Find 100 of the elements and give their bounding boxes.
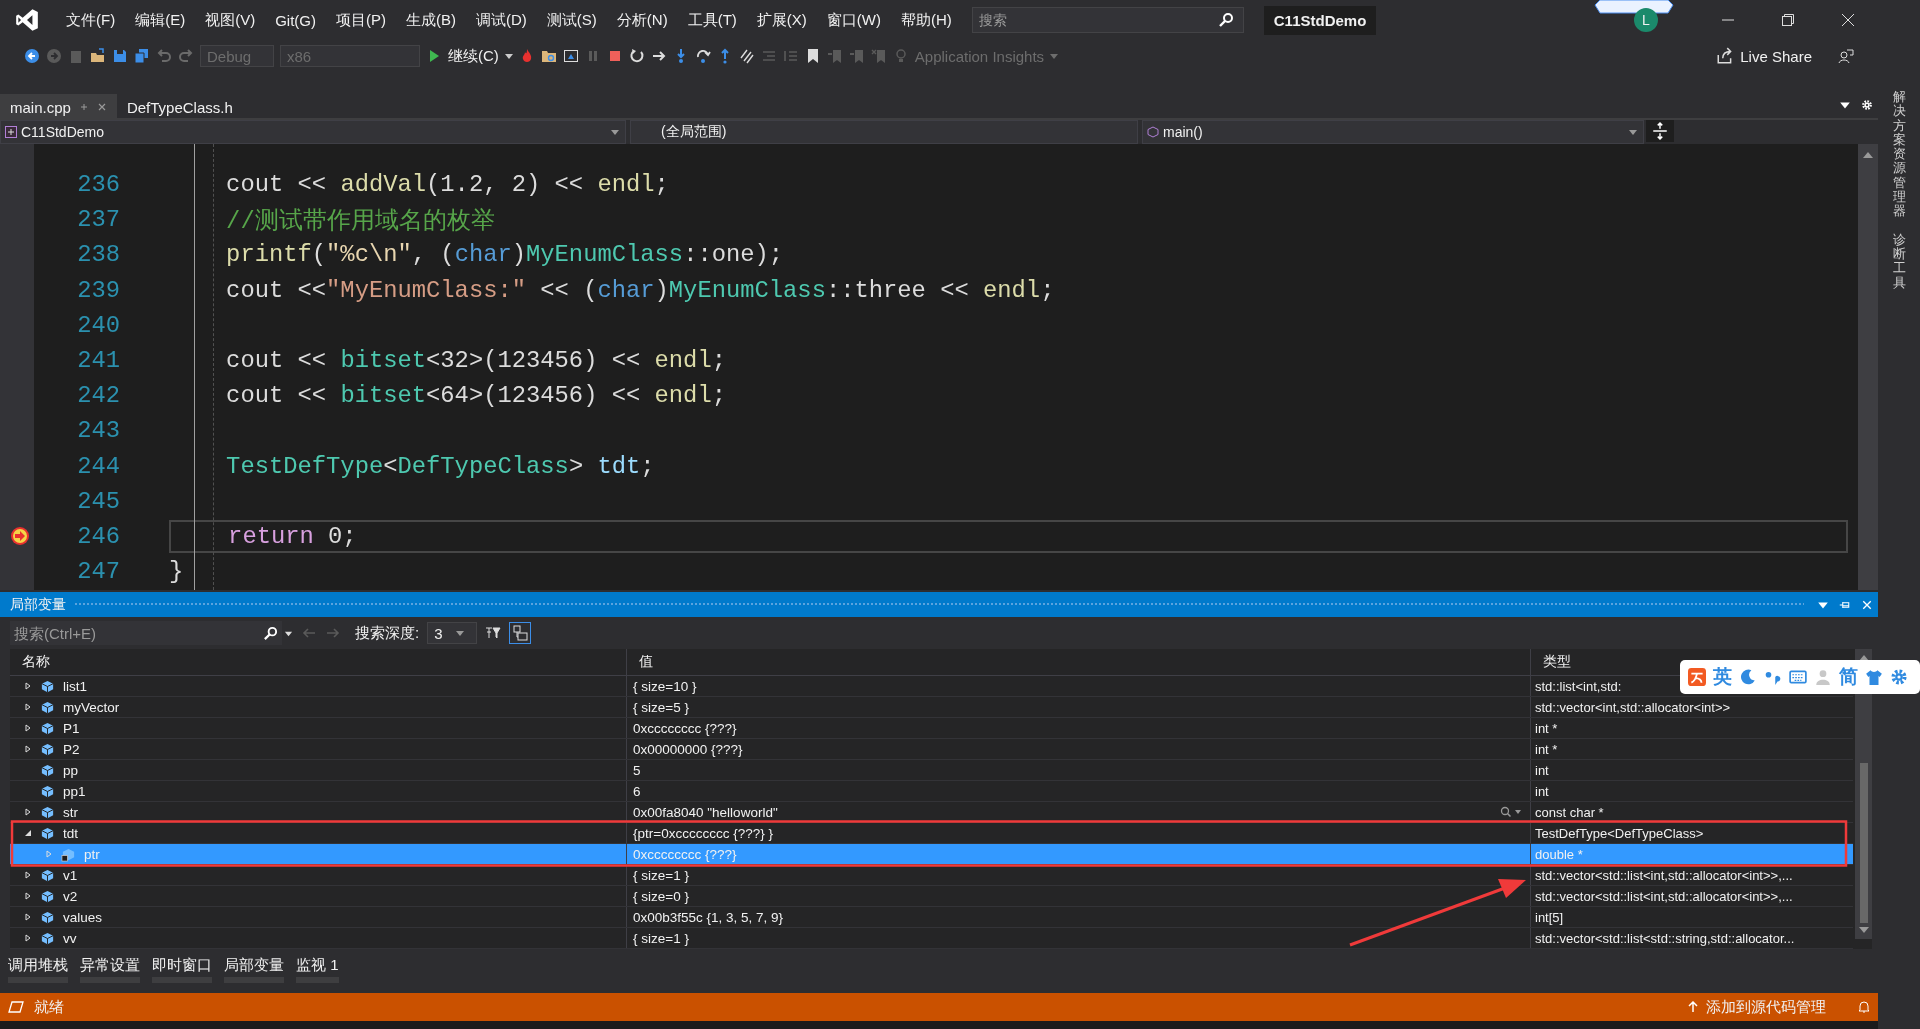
field-icon bbox=[40, 699, 55, 715]
variable-type: int * bbox=[1535, 720, 1558, 736]
expand-arrow-icon[interactable] bbox=[24, 724, 32, 732]
split-icon[interactable] bbox=[1646, 120, 1674, 142]
column-header[interactable]: 值 bbox=[626, 649, 1530, 675]
variable-type: std::list<int,std: bbox=[1535, 678, 1622, 694]
variable-row[interactable]: P1 0xcccccccc {???} int * bbox=[10, 718, 1853, 739]
panel-tab[interactable]: 即时窗口 bbox=[152, 955, 212, 983]
expand-arrow-icon[interactable] bbox=[24, 871, 32, 879]
variable-row[interactable]: pp 5 int bbox=[10, 760, 1853, 781]
expand-arrow-icon[interactable] bbox=[24, 682, 32, 690]
menu-item[interactable]: 帮助(H) bbox=[890, 10, 962, 30]
status-text: 就绪 bbox=[34, 997, 64, 1017]
keyboard-icon[interactable] bbox=[1789, 668, 1807, 686]
variable-name: v2 bbox=[63, 888, 78, 904]
variable-row[interactable]: vv { size=1 } std::vector<std::list<std::string,std::allocator... bbox=[10, 928, 1853, 949]
moon-icon[interactable] bbox=[1739, 668, 1757, 686]
document-tab[interactable]: main.cpp bbox=[0, 94, 117, 118]
panel-tab[interactable]: 监视 1 bbox=[296, 955, 339, 983]
menu-item[interactable]: 工具(T) bbox=[677, 10, 747, 30]
variable-value: 5 bbox=[633, 762, 641, 778]
variable-value: 0xcccccccc {???} bbox=[633, 720, 737, 736]
side-tab[interactable]: 诊断工具 bbox=[1892, 232, 1906, 290]
hex-display-icon[interactable] bbox=[509, 622, 532, 644]
side-tab[interactable]: 解决方案资源管理器 bbox=[1892, 90, 1906, 219]
up-arrow-icon bbox=[1688, 1001, 1698, 1013]
caret-icon[interactable] bbox=[504, 53, 513, 59]
variable-type: int * bbox=[1535, 741, 1558, 757]
restore-icon[interactable] bbox=[1780, 12, 1796, 28]
document-tab[interactable]: DefTypeClass.h bbox=[116, 96, 243, 118]
menu-item[interactable]: 调试(D) bbox=[466, 10, 537, 30]
menu-item[interactable]: 编辑(E) bbox=[125, 10, 196, 30]
search-icon[interactable] bbox=[263, 625, 278, 641]
visualizer-icon[interactable] bbox=[1500, 806, 1522, 818]
step-over-icon[interactable] bbox=[694, 48, 711, 64]
locals-search-field[interactable]: 搜索(Ctrl+E) bbox=[10, 621, 282, 645]
shirt-icon[interactable] bbox=[1865, 668, 1883, 686]
menu-item[interactable]: 窗口(W) bbox=[816, 10, 891, 30]
hatch-icon[interactable] bbox=[738, 48, 755, 64]
menu-item[interactable]: 项目(P) bbox=[326, 10, 396, 30]
user-avatar[interactable]: L bbox=[1634, 8, 1658, 32]
expand-arrow-icon[interactable] bbox=[24, 703, 32, 711]
save-all-icon[interactable] bbox=[134, 48, 150, 64]
menu-item[interactable]: Git(G) bbox=[265, 11, 326, 29]
variable-row[interactable]: v1 { size=1 } std::vector<std::list<int,std::allocator<int>>,... bbox=[10, 865, 1853, 886]
variable-row[interactable]: myVector { size=5 } std::vector<int,std::allocator<int>> bbox=[10, 697, 1853, 718]
menu-item[interactable]: 扩展(X) bbox=[746, 10, 817, 30]
variable-name: str bbox=[63, 804, 78, 820]
expand-arrow-icon[interactable] bbox=[24, 934, 32, 942]
variable-type: int[5] bbox=[1535, 909, 1564, 925]
menu-item[interactable]: 分析(N) bbox=[606, 10, 678, 30]
feedback-icon[interactable] bbox=[1838, 48, 1854, 64]
field-icon bbox=[40, 888, 55, 904]
expand-arrow-icon[interactable] bbox=[24, 892, 32, 900]
variable-row[interactable]: pp1 6 int bbox=[10, 781, 1853, 802]
search-field[interactable]: 搜索 bbox=[971, 7, 1244, 33]
menu-item[interactable]: 测试(S) bbox=[536, 10, 607, 30]
continue-button[interactable]: 继续(C) bbox=[448, 46, 499, 66]
pin-icon[interactable] bbox=[78, 102, 89, 112]
menu-item[interactable]: 生成(B) bbox=[396, 10, 466, 30]
expand-arrow-icon[interactable] bbox=[24, 745, 32, 753]
close-icon[interactable] bbox=[1840, 12, 1856, 28]
variable-name: pp1 bbox=[63, 783, 86, 799]
menu-item[interactable]: 文件(F) bbox=[56, 10, 126, 30]
project-dropdown[interactable]: C11StdDemo bbox=[0, 120, 626, 144]
expand-arrow-icon[interactable] bbox=[24, 808, 32, 816]
expand-arrow-icon[interactable] bbox=[24, 829, 32, 837]
filter-pin-icon[interactable] bbox=[485, 625, 502, 641]
scroll-down-icon[interactable] bbox=[1858, 927, 1869, 933]
panel-tab[interactable]: 局部变量 bbox=[224, 955, 284, 983]
window-icon[interactable] bbox=[562, 48, 579, 64]
variable-value: 0x00fa8040 "helloworld" bbox=[633, 804, 778, 820]
expand-arrow-icon[interactable] bbox=[24, 913, 32, 921]
variable-row[interactable]: str 0x00fa8040 "helloworld" const char * bbox=[10, 802, 1853, 823]
variable-type: double * bbox=[1535, 846, 1583, 862]
save-icon[interactable] bbox=[112, 48, 128, 64]
panel-tab[interactable]: 异常设置 bbox=[80, 955, 140, 983]
column-header[interactable]: 名称 bbox=[10, 653, 626, 671]
variable-row[interactable]: P2 0x00000000 {???} int * bbox=[10, 739, 1853, 760]
redo-icon[interactable] bbox=[178, 48, 194, 64]
editor-scrollbar[interactable] bbox=[1858, 144, 1878, 590]
panel-tab[interactable]: 调用堆栈 bbox=[8, 955, 68, 983]
variable-row[interactable]: v2 { size=0 } std::vector<std::list<int,std::allocator<int>>,... bbox=[10, 886, 1853, 907]
bell-icon[interactable] bbox=[1856, 999, 1872, 1015]
search-icon[interactable] bbox=[1217, 12, 1234, 28]
scope-dropdown[interactable]: (全局范围) bbox=[630, 120, 1138, 144]
live-share-button[interactable]: Live Share bbox=[1716, 47, 1812, 65]
open-folder-icon[interactable] bbox=[90, 48, 106, 64]
menu-item[interactable]: 视图(V) bbox=[195, 10, 266, 30]
member-dropdown[interactable]: main() bbox=[1142, 120, 1644, 144]
variable-row[interactable]: values 0x00b3f55c {1, 3, 5, 7, 9} int[5] bbox=[10, 907, 1853, 928]
close-icon[interactable] bbox=[1861, 598, 1873, 611]
folder-search-icon[interactable] bbox=[540, 48, 557, 64]
line-number: 242 bbox=[76, 382, 120, 410]
depth-dropdown[interactable]: 3 bbox=[427, 622, 478, 644]
source-control-button[interactable]: 添加到源代码管理 bbox=[1688, 997, 1826, 1017]
undo-icon[interactable] bbox=[156, 48, 172, 64]
variable-name: ptr bbox=[84, 846, 100, 862]
restart-icon[interactable] bbox=[628, 48, 645, 64]
back-icon[interactable] bbox=[24, 48, 40, 64]
